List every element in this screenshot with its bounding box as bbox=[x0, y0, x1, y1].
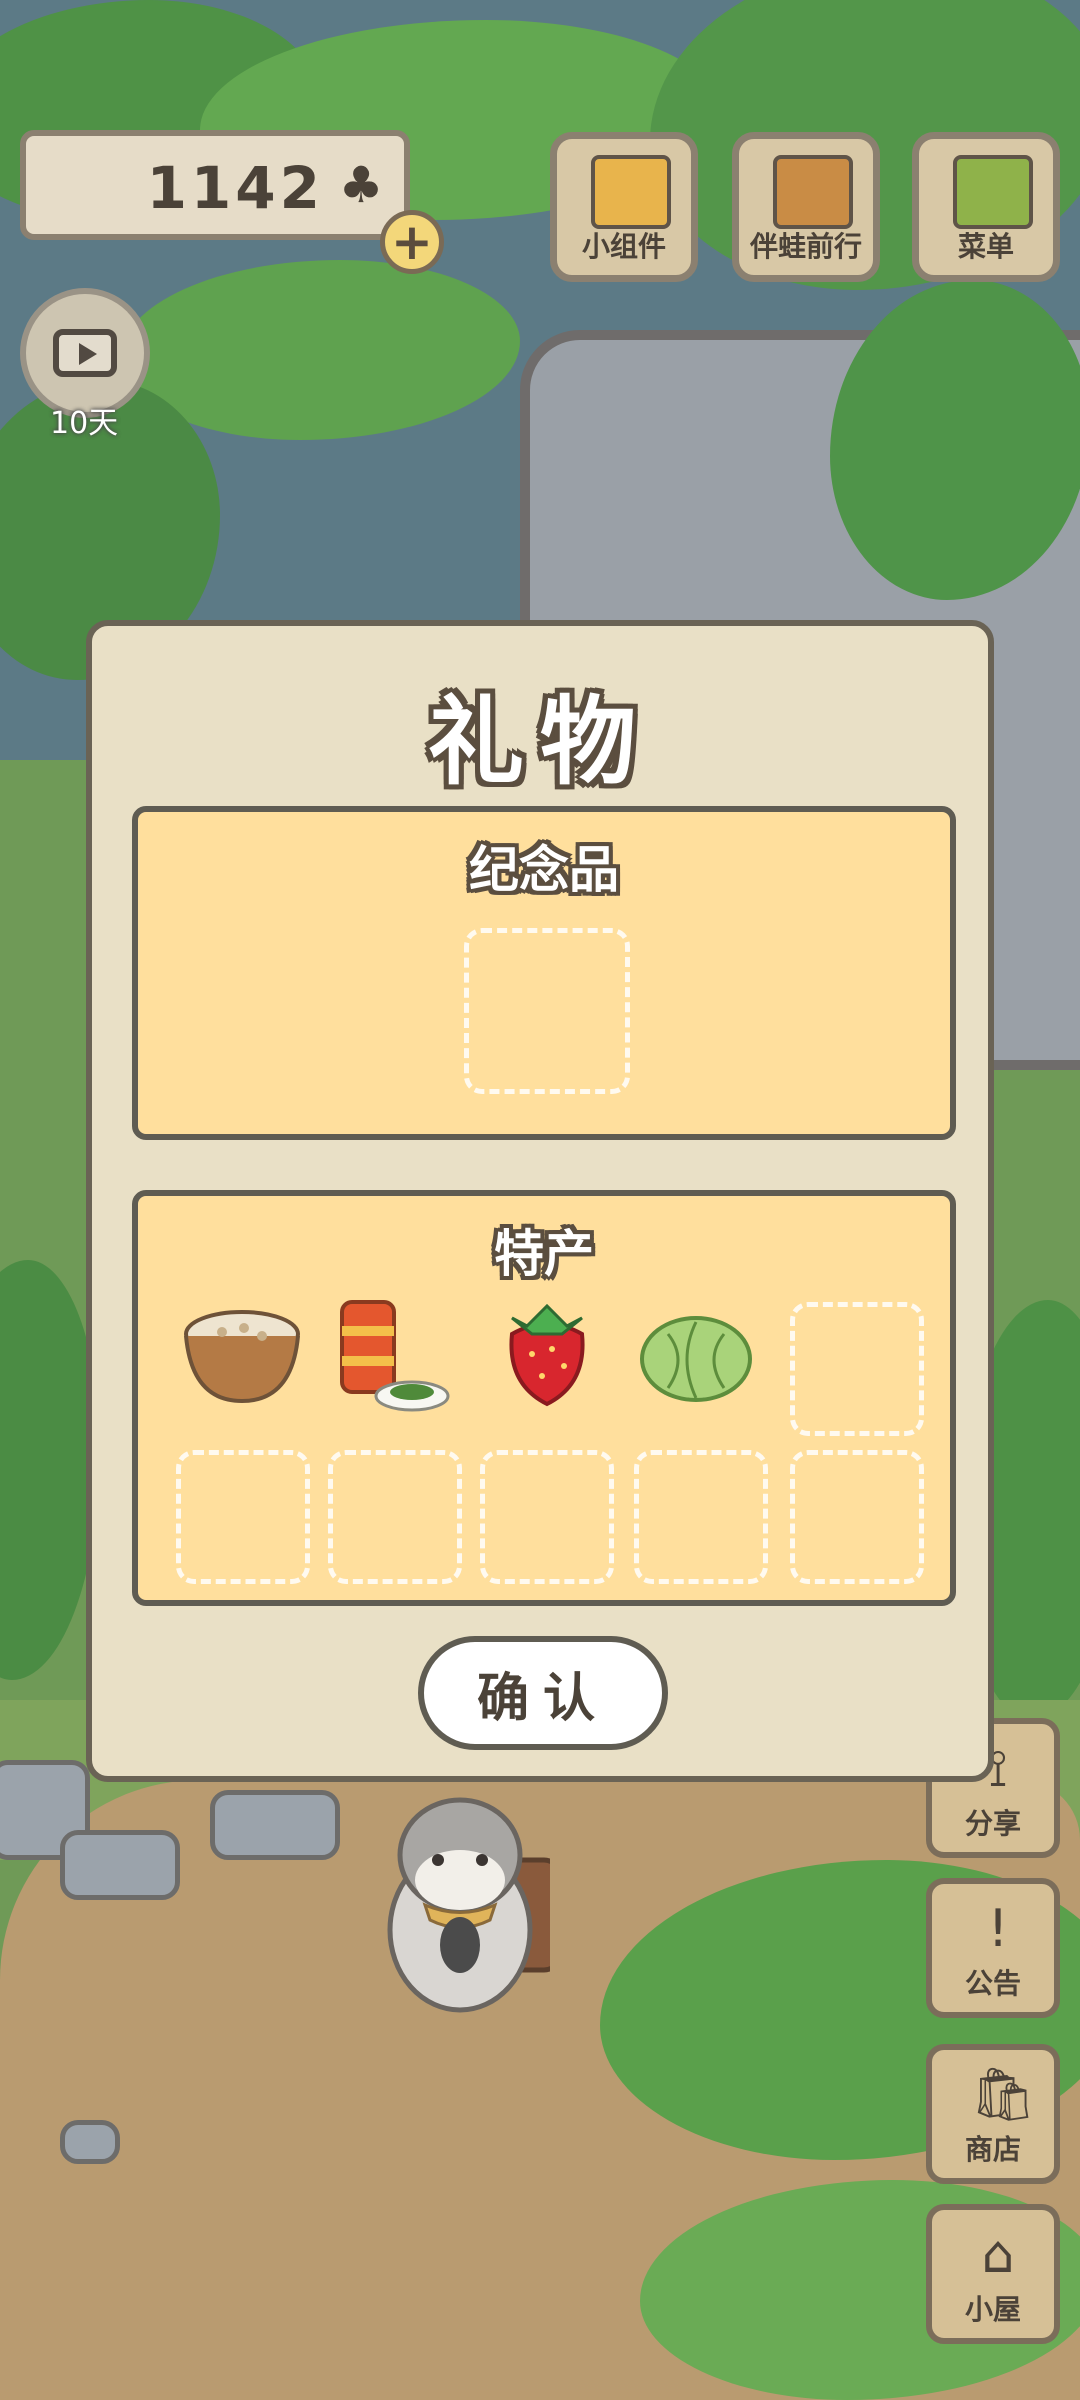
house-button-label: 小屋 bbox=[964, 2293, 1021, 2326]
souvenir-slot[interactable] bbox=[464, 928, 630, 1094]
strawberry-icon[interactable] bbox=[502, 1303, 592, 1408]
rice-bowl-icon[interactable] bbox=[182, 1306, 302, 1406]
clover-counter: 1142 ♣ bbox=[20, 130, 410, 240]
tea-can-icon[interactable] bbox=[332, 1296, 452, 1416]
widget-button-label: 小组件 bbox=[581, 230, 666, 263]
specialty-slot[interactable] bbox=[480, 1450, 614, 1584]
cabbage-icon[interactable] bbox=[638, 1314, 754, 1404]
rock bbox=[60, 1830, 180, 1900]
confirm-button[interactable]: 确认 bbox=[418, 1636, 668, 1750]
specialty-slot[interactable] bbox=[328, 1450, 462, 1584]
menu-button[interactable]: 菜单 bbox=[912, 132, 1060, 282]
specialty-slot[interactable] bbox=[790, 1302, 924, 1436]
clover-icon: ♣ bbox=[338, 156, 384, 214]
shop-button-label: 商店 bbox=[964, 2133, 1021, 2166]
house-button[interactable]: ⌂ 小屋 bbox=[926, 2204, 1060, 2344]
specialty-slot[interactable] bbox=[790, 1450, 924, 1584]
menu-icon bbox=[953, 155, 1033, 229]
notice-button-label: 公告 bbox=[964, 1967, 1021, 2000]
widget-icon bbox=[591, 155, 671, 229]
notice-icon: ! bbox=[987, 1899, 1009, 1959]
rock bbox=[210, 1790, 340, 1860]
gift-dialog-title: 礼物 bbox=[428, 686, 652, 798]
clover-count: 1142 bbox=[146, 154, 324, 222]
leaf-decoration bbox=[0, 1260, 100, 1680]
tv-days-label: 10天 bbox=[50, 406, 119, 441]
travel-book-button[interactable]: 伴蛙前行 bbox=[732, 132, 880, 282]
specialty-panel: 特产 bbox=[132, 1190, 956, 1606]
tv-icon bbox=[53, 329, 117, 377]
souvenir-panel: 纪念品 bbox=[132, 806, 956, 1140]
share-button-label: 分享 bbox=[964, 1807, 1021, 1840]
travel-book-button-label: 伴蛙前行 bbox=[749, 230, 862, 263]
menu-button-label: 菜单 bbox=[957, 230, 1014, 263]
hamster-character[interactable] bbox=[370, 1780, 563, 2020]
notice-button[interactable]: ! 公告 bbox=[926, 1878, 1060, 2018]
add-clover-button[interactable]: + bbox=[380, 210, 444, 274]
specialty-slot[interactable] bbox=[634, 1450, 768, 1584]
house-icon: ⌂ bbox=[981, 2225, 1015, 2285]
shop-icon: 🛍 bbox=[970, 2065, 1037, 2125]
game-scene: 1142 ♣ + 10天 小组件 伴蛙前行 菜单 ⟟ 分享 ! 公告 🛍 商店 … bbox=[0, 0, 1080, 2400]
specialty-slot[interactable] bbox=[176, 1450, 310, 1584]
souvenir-title: 纪念品 bbox=[469, 841, 619, 899]
gift-dialog: 礼物 纪念品 特产 确认 bbox=[86, 620, 994, 1782]
widget-button[interactable]: 小组件 bbox=[550, 132, 698, 282]
specialty-title: 特产 bbox=[494, 1225, 594, 1283]
travel-book-icon bbox=[773, 155, 853, 229]
rock bbox=[60, 2120, 120, 2164]
shop-button[interactable]: 🛍 商店 bbox=[926, 2044, 1060, 2184]
